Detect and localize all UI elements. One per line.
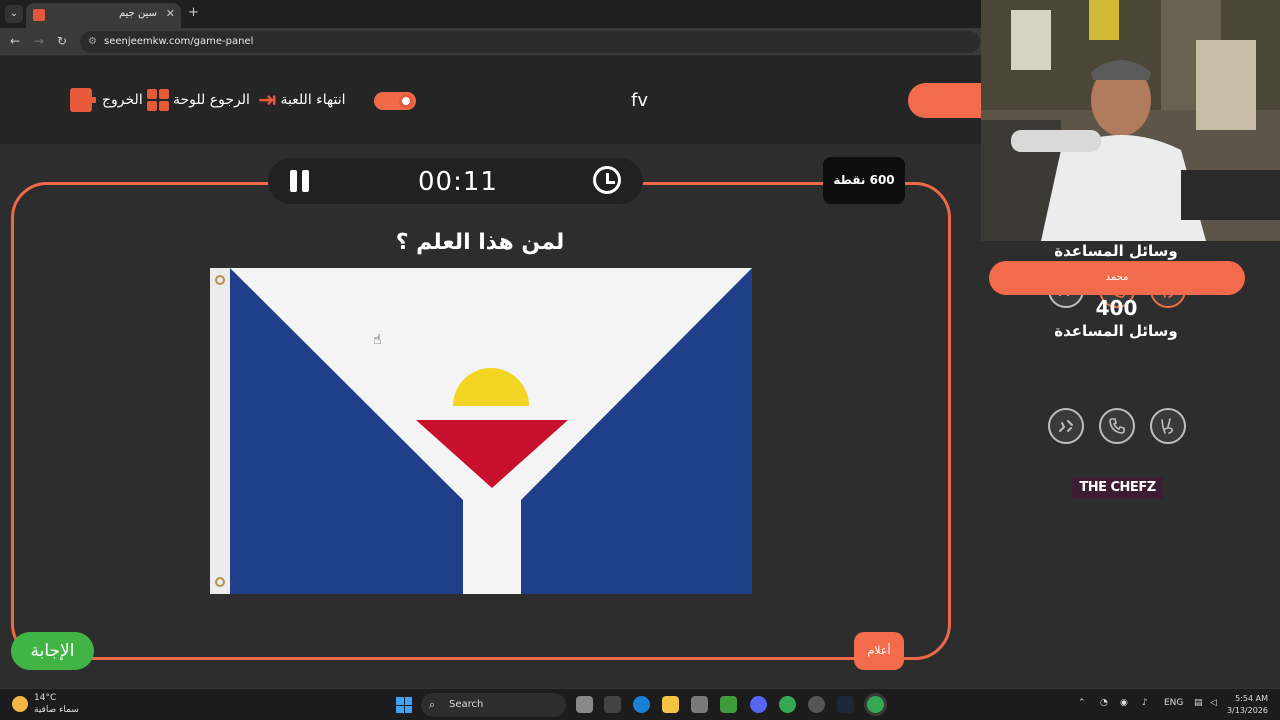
- team2-call-aid-icon[interactable]: [1099, 408, 1135, 444]
- app-icon-2[interactable]: [808, 696, 825, 713]
- webcam-overlay: [981, 0, 1280, 241]
- flag-image: ☝: [210, 268, 752, 594]
- tray-microphone-icon[interactable]: ♪: [1142, 698, 1148, 708]
- brand-logo: THE CHEFZ: [1072, 477, 1163, 499]
- search-icon: ⌕: [429, 698, 436, 711]
- tab-title: سين جيم: [118, 8, 157, 19]
- team2-aids-title: وسائل المساعدة: [1054, 322, 1178, 340]
- team-code: fv: [631, 90, 648, 111]
- back-to-board-label: الرجوع للوحة: [173, 92, 250, 108]
- chrome-icon[interactable]: [779, 696, 796, 713]
- weather-description: سماء صافية: [34, 705, 79, 715]
- back-to-board-button[interactable]: الرجوع للوحة: [147, 88, 250, 112]
- discord-icon[interactable]: [750, 696, 767, 713]
- file-explorer-icon[interactable]: [662, 696, 679, 713]
- new-tab-icon[interactable]: +: [188, 5, 199, 20]
- flag-drawing: [210, 268, 752, 594]
- browser-tab[interactable]: سين جيم ✕: [26, 3, 181, 28]
- address-input[interactable]: ⚙ seenjeemkw.com/game-panel: [80, 31, 980, 53]
- end-game-button[interactable]: ⇥ انتهاء اللعبة: [258, 87, 346, 113]
- team1-aids-title: وسائل المساعدة: [1054, 242, 1178, 260]
- tab-list-button[interactable]: ⌄: [5, 5, 23, 23]
- system-clock[interactable]: 5:54 AM 3/13/2026: [1227, 693, 1268, 717]
- search-placeholder: Search: [449, 699, 484, 710]
- team2-name-bar: محمد: [989, 261, 1245, 295]
- end-game-label: انتهاء اللعبة: [280, 92, 346, 108]
- category-badge: أعلام: [854, 632, 904, 670]
- screen: ⌄ سين جيم ✕ + ← → ↻ ⚙ seenjeemkw.com/gam…: [0, 0, 1280, 720]
- restart-timer-icon[interactable]: [593, 166, 621, 194]
- weather-temperature: 14°C: [34, 693, 57, 703]
- points-badge: 600 نقطة: [823, 157, 905, 204]
- windows-start-icon[interactable]: [396, 697, 412, 713]
- team2-rest-aid-icon[interactable]: [1048, 408, 1084, 444]
- mouse-cursor-icon: ☝: [373, 332, 382, 348]
- exit-label: الخروج: [102, 92, 143, 108]
- exit-door-icon: [70, 88, 96, 112]
- clock-date: 3/13/2026: [1226, 706, 1268, 715]
- question-text: لمن هذا العلم ؟: [395, 230, 565, 255]
- language-indicator[interactable]: ENG: [1164, 698, 1183, 708]
- forward-arrow-icon[interactable]: →: [34, 34, 44, 48]
- end-arrow-icon: ⇥: [258, 87, 277, 113]
- back-arrow-icon[interactable]: ←: [10, 34, 20, 48]
- timer-bar: 00:11: [268, 158, 643, 204]
- tray-app-icon[interactable]: ◔: [1100, 698, 1108, 708]
- close-tab-icon[interactable]: ✕: [166, 7, 175, 20]
- reload-icon[interactable]: ↻: [57, 34, 67, 48]
- store-icon[interactable]: [691, 696, 708, 713]
- pause-button[interactable]: [290, 170, 310, 192]
- site-favicon-icon: [33, 9, 45, 21]
- app-icon[interactable]: [604, 696, 621, 713]
- settings-toggle[interactable]: [374, 92, 416, 110]
- team2-score: 400: [1095, 296, 1138, 320]
- steam-icon[interactable]: [837, 696, 854, 713]
- network-icon[interactable]: ▤: [1194, 698, 1203, 708]
- site-info-icon[interactable]: ⚙: [88, 36, 97, 47]
- board-grid-icon: [147, 89, 169, 111]
- url-text: seenjeemkw.com/game-panel: [104, 36, 254, 47]
- timer-display: 00:11: [418, 167, 498, 197]
- team2-two-answers-aid-icon[interactable]: [1150, 408, 1186, 444]
- edge-browser-icon[interactable]: [633, 696, 650, 713]
- answer-button[interactable]: الإجابة: [11, 632, 94, 670]
- chrome-active-icon[interactable]: [867, 696, 884, 713]
- minecraft-icon[interactable]: [720, 696, 737, 713]
- moon-weather-icon: [12, 696, 28, 712]
- tray-steam-icon[interactable]: ◉: [1120, 698, 1128, 708]
- windows-taskbar: 14°C سماء صافية ⌕ Search ⌃ ◔ ◉ ♪ ENG ▤ ◁…: [0, 688, 1280, 720]
- volume-icon[interactable]: ◁: [1210, 698, 1217, 708]
- task-view-icon[interactable]: [576, 696, 593, 713]
- tray-overflow-icon[interactable]: ⌃: [1078, 698, 1086, 708]
- taskbar-search[interactable]: ⌕ Search: [421, 693, 566, 717]
- exit-button[interactable]: الخروج: [70, 88, 143, 112]
- webcam-feed-image: [981, 0, 1280, 241]
- clock-time: 5:54 AM: [1235, 694, 1268, 703]
